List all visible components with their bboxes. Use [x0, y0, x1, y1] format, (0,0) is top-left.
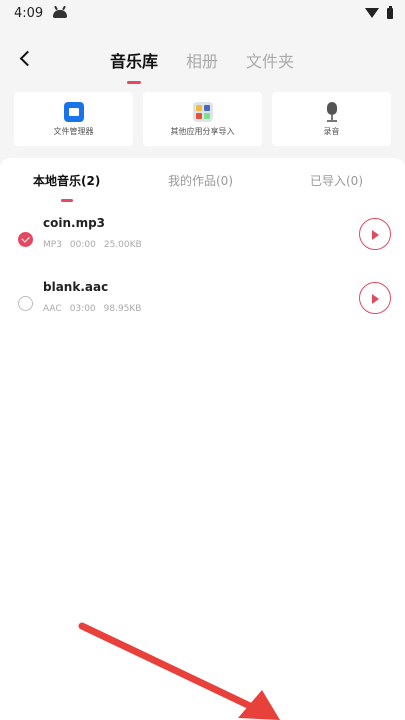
list-item[interactable]: coin.mp3 MP3 00:00 25.00KB	[0, 210, 405, 270]
select-radio[interactable]	[18, 232, 33, 247]
select-radio[interactable]	[18, 296, 33, 311]
record-button[interactable]: 录音	[272, 92, 391, 146]
file-duration: 00:00	[69, 240, 96, 250]
android-icon	[53, 5, 68, 18]
file-format: AAC	[43, 304, 62, 314]
tab-music-library[interactable]: 音乐库	[110, 48, 158, 72]
file-name: coin.mp3	[43, 216, 106, 230]
record-label: 录音	[323, 126, 340, 136]
file-name: blank.aac	[43, 280, 109, 294]
folder-icon	[63, 101, 84, 122]
music-list-panel: 本地音乐(2) 我的作品(0) 已导入(0) coin.mp3 MP3 00:0…	[0, 158, 405, 720]
play-button[interactable]	[359, 282, 391, 314]
file-format: MP3	[43, 240, 62, 250]
status-bar: 4:09	[0, 0, 405, 26]
wifi-icon	[365, 8, 379, 18]
back-icon[interactable]	[16, 48, 36, 68]
tab-imported[interactable]: 已导入(0)	[310, 172, 363, 189]
apps-icon	[192, 101, 213, 122]
status-icons	[365, 5, 393, 19]
microphone-icon	[325, 101, 339, 122]
file-meta: AAC 03:00 98.95KB	[43, 304, 141, 314]
sub-tabs: 本地音乐(2) 我的作品(0) 已导入(0)	[0, 158, 405, 198]
list-item[interactable]: blank.aac AAC 03:00 98.95KB	[0, 274, 405, 334]
share-import-label: 其他应用分享导入	[170, 126, 235, 136]
share-import-button[interactable]: 其他应用分享导入	[143, 92, 262, 146]
tab-album[interactable]: 相册	[186, 48, 218, 72]
file-duration: 03:00	[69, 304, 96, 314]
file-size: 25.00KB	[103, 240, 142, 250]
play-button[interactable]	[359, 218, 391, 250]
file-size: 98.95KB	[103, 304, 142, 314]
file-meta: MP3 00:00 25.00KB	[43, 240, 142, 250]
header: 音乐库 相册 文件夹	[0, 40, 405, 80]
import-options: 文件管理器 其他应用分享导入 录音	[14, 92, 391, 146]
file-manager-button[interactable]: 文件管理器	[14, 92, 133, 146]
file-manager-label: 文件管理器	[53, 126, 94, 136]
tab-local-music[interactable]: 本地音乐(2)	[33, 172, 100, 189]
tab-my-works[interactable]: 我的作品(0)	[168, 172, 233, 189]
top-tabs: 音乐库 相册 文件夹	[110, 48, 294, 72]
status-time: 4:09	[14, 5, 44, 21]
battery-icon	[387, 5, 393, 19]
tab-folder[interactable]: 文件夹	[246, 48, 294, 72]
